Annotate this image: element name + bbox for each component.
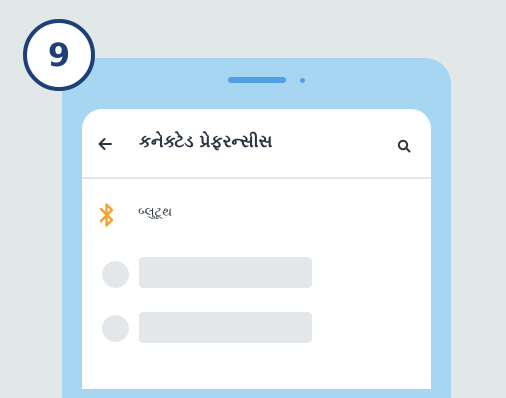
phone-speaker (228, 77, 286, 83)
placeholder-text-bar (139, 312, 312, 343)
placeholder-icon (102, 315, 129, 342)
app-bar-divider (82, 177, 431, 179)
list-item-bluetooth[interactable]: બ્લુટૂથ (82, 201, 431, 231)
placeholder-icon (102, 261, 129, 288)
phone-screen: કનેક્ટેડ પ્રેફરન્સીસ બ્લુટૂથ (82, 109, 431, 389)
phone-camera (300, 78, 305, 83)
bluetooth-label: બ્લુટૂથ (138, 205, 173, 220)
step-number: 9 (47, 36, 71, 74)
search-icon (397, 139, 411, 153)
app-bar: કનેક્ટેડ પ્રેફરન્સીસ (82, 109, 431, 177)
page-title: કનેક્ટેડ પ્રેફરન્સીસ (139, 132, 273, 152)
placeholder-text-bar (139, 257, 312, 288)
back-button[interactable] (96, 135, 114, 153)
search-button[interactable] (397, 138, 411, 153)
step-number-badge: 9 (23, 19, 95, 91)
bluetooth-icon (97, 201, 117, 229)
arrow-left-icon (98, 138, 112, 150)
